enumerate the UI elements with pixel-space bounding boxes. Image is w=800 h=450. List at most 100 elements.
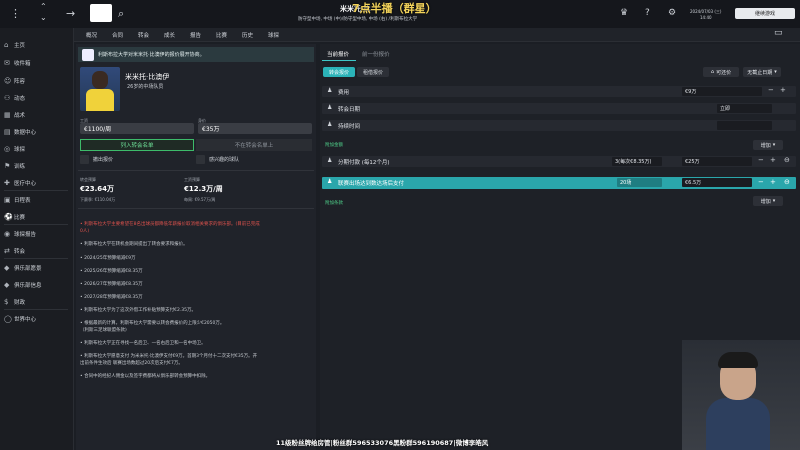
sidebar-item-inbox[interactable]: ✉ 收件箱 — [4, 58, 31, 68]
money-icon: ♟ — [327, 157, 333, 164]
calendar-icon: ♟ — [327, 104, 333, 111]
streamer-hair — [718, 352, 758, 368]
installment-row: ♟ 分期付款 (每12个月) 3(每次€8.35万) €25万 − + ⊖ — [322, 156, 796, 167]
transfer-offer-pill[interactable]: 转会报价 — [323, 67, 355, 77]
deadline-select[interactable]: 无截止日期 ▾ — [743, 67, 781, 77]
installment-value-input[interactable]: €25万 — [682, 157, 752, 166]
extra-amount-label: 附加金额 — [325, 143, 343, 148]
tab-current-offer[interactable]: 当前报价 — [327, 50, 349, 58]
medical-icon: ✚ — [4, 179, 10, 187]
dots-icon[interactable]: ⋮ — [10, 8, 21, 19]
gear-icon[interactable]: ⚙ — [668, 9, 676, 18]
plus-button[interactable]: + — [770, 156, 776, 164]
add-clause-button[interactable]: 增加 ▾ — [753, 196, 783, 206]
sidebar-item-info[interactable]: ◆ 俱乐部信息 — [4, 280, 42, 290]
training-icon: ⚑ — [4, 162, 11, 170]
nav-development[interactable]: 成长 — [164, 31, 175, 39]
sidebar-item-match[interactable]: ⚽ 比赛 — [4, 212, 25, 222]
game-time: 14:40 — [700, 15, 712, 20]
value-value: €35万 — [198, 123, 312, 134]
plus-button[interactable]: + — [780, 86, 786, 94]
chevron-down-icon: ▾ — [774, 69, 777, 75]
chevron-down-icon: ▾ — [772, 142, 776, 148]
continue-button[interactable]: 继续游戏 — [735, 8, 795, 19]
withdraw-offer-checkbox[interactable]: 撤出报价 — [80, 155, 113, 164]
sidebar-item-scouting[interactable]: ◎ 球探 — [4, 144, 25, 154]
loan-offer-pill[interactable]: 租借报价 — [357, 67, 389, 77]
top-bar: ⋮ ⌃ ⌄ → ⌕ 米米托·比 7点半播（群星） 防守型中场, 中场 (中)/防… — [0, 0, 800, 28]
nav-contract[interactable]: 合同 — [112, 31, 123, 39]
sidebar-item-calendar[interactable]: ▣ 日程表 — [4, 195, 31, 205]
chevron-down-icon[interactable]: ⌄ — [40, 14, 47, 22]
fee-input[interactable]: €9万 — [682, 87, 762, 96]
duration-row: ♟ 持续时间 — [322, 120, 796, 131]
appearance-value-input[interactable]: €6.5万 — [682, 178, 752, 187]
appearance-count-select[interactable]: 20场 — [617, 178, 662, 187]
plus-button[interactable]: + — [770, 178, 776, 186]
sidebar-item-report[interactable]: ◉ 球探报告 — [4, 229, 36, 239]
remove-icon[interactable]: ⊖ — [784, 178, 790, 186]
nav-transfer[interactable]: 转会 — [138, 31, 149, 39]
data-icon: ▤ — [4, 128, 11, 136]
remove-icon[interactable]: ⊖ — [784, 156, 790, 164]
trophy-icon[interactable]: ♛ — [620, 9, 628, 18]
player-name[interactable]: 米米托·比澳伊 — [125, 72, 169, 82]
nav-scouting[interactable]: 球探 — [268, 31, 279, 39]
sidebar-item-transfer[interactable]: ⇄ 转会 — [4, 246, 25, 256]
sidebar-divider — [4, 258, 68, 259]
nav-overview[interactable]: 概况 — [86, 31, 97, 39]
screen-icon[interactable]: ▭ — [774, 29, 783, 38]
sidebar-item-home[interactable]: ⌂ 主页 — [4, 40, 25, 50]
streamer-body — [706, 398, 770, 450]
installment-count-select[interactable]: 3(每次€8.35万) — [612, 157, 662, 166]
report-icon: ◉ — [4, 230, 11, 238]
dynamics-icon: ⚇ — [4, 94, 11, 102]
note-item: • 2024/25年预算缩减€9万 — [80, 256, 136, 261]
shortlist-button[interactable]: 列入转会名单 — [80, 139, 194, 151]
sidebar-item-finance[interactable]: $ 财政 — [4, 297, 25, 307]
sidebar-item-vision[interactable]: ◆ 俱乐部愿景 — [4, 263, 42, 273]
vision-icon: ◆ — [4, 264, 10, 272]
add-extra-button[interactable]: 增加 ▾ — [753, 140, 783, 150]
sidebar-item-tactics[interactable]: ▦ 战术 — [4, 110, 25, 120]
duration-select[interactable] — [717, 121, 772, 130]
club-logo[interactable] — [90, 4, 112, 22]
not-listed-button[interactable]: 不在转会名单上 — [196, 139, 312, 151]
sidebar-item-medical[interactable]: ✚ 医疗中心 — [4, 178, 36, 188]
interested-clubs-checkbox[interactable]: 感兴趣的球队 — [196, 155, 239, 164]
search-icon[interactable]: ⌕ — [118, 8, 124, 19]
transfer-date-row: ♟ 转会日期 立即 — [322, 103, 796, 114]
nav-reports[interactable]: 报告 — [190, 31, 201, 39]
transfer-date-select[interactable]: 立即 — [717, 104, 772, 113]
sidebar-item-dynamics[interactable]: ⚇ 动态 — [4, 93, 25, 103]
minus-button[interactable]: − — [768, 86, 774, 94]
wage-value: €1100/周 — [80, 123, 194, 134]
tab-previous-offer[interactable]: 前一份报价 — [362, 50, 390, 58]
player-info: 26岁的中场队员 — [127, 84, 164, 90]
nav-history[interactable]: 历史 — [242, 31, 253, 39]
wage-budget-label: 工资预算 — [184, 177, 200, 182]
sidebar-item-training[interactable]: ⚑ 训练 — [4, 161, 25, 171]
money-icon: ♟ — [327, 178, 333, 185]
sidebar-item-world[interactable]: ◯ 世界中心 — [4, 314, 36, 324]
note-item: • 2027/28年预算缩减€8.35万 — [80, 295, 143, 300]
appearance-row: ♟ 联赛出场达到数达场后支付 20场 €6.5万 − + ⊖ — [322, 177, 796, 189]
minus-button[interactable]: − — [758, 178, 764, 186]
wage-budget-sub: 每周: €9.57万/周 — [184, 197, 216, 202]
stream-caption: 11级粉丝牌给房管|粉丝群596533076黑粉群596190687|微博李皓风 — [276, 439, 489, 447]
active-tab-indicator — [322, 60, 356, 61]
finance-icon: $ — [4, 298, 9, 306]
sidebar-divider — [4, 309, 68, 310]
forward-arrow-icon[interactable]: → — [66, 8, 75, 19]
budget-value: €23.64万 — [80, 185, 115, 193]
minus-button[interactable]: − — [758, 156, 764, 164]
help-icon[interactable]: ? — [645, 9, 650, 18]
sidebar-item-data[interactable]: ▤ 数据中心 — [4, 127, 36, 137]
stream-overlay-title: 7点半播（群星） — [352, 2, 437, 15]
sidebar-item-squad[interactable]: ☺ 阵容 — [4, 76, 25, 86]
info-icon: ◆ — [4, 281, 10, 289]
chevron-up-icon[interactable]: ⌃ — [40, 3, 47, 11]
nav-matches[interactable]: 比赛 — [216, 31, 227, 39]
negotiable-button[interactable]: ⌂ 可还价 — [703, 67, 739, 77]
webcam-overlay — [682, 340, 800, 450]
